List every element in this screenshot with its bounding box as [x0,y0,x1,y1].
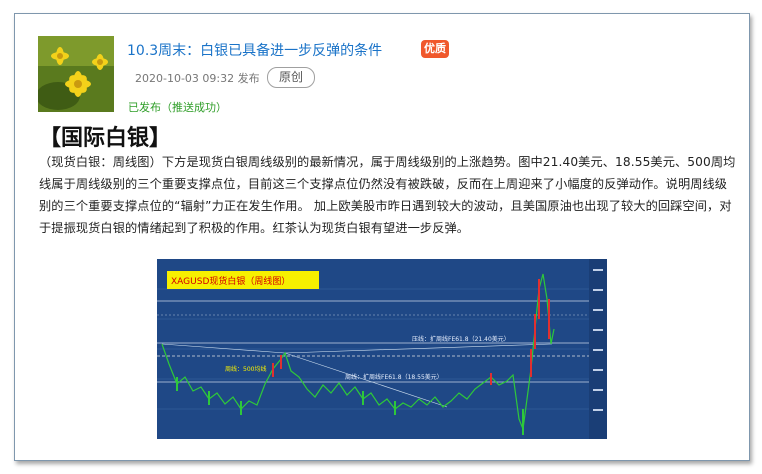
article-title-link[interactable]: 10.3周末：白银已具备进一步反弹的条件 [127,40,382,60]
article-body-text: （现货白银：周线图）下方是现货白银周线级别的最新情况，属于周线级别的上涨趋势。图… [39,155,736,235]
chart-label-lower: 周线：扩周线FE61.8（18.55美元） [345,373,443,381]
quality-badge: 优质 [421,40,449,58]
publish-status: 已发布（推送成功） [128,101,227,114]
silver-weekly-chart-image: XAGUSD现货白银（周线图） 压线：扩周线FE61.8（21.40美元） 周线… [157,259,607,439]
chart-label-upper: 压线：扩周线FE61.8（21.40美元） [412,335,510,343]
original-tag: 原创 [267,67,315,88]
publish-datetime: 2020-10-03 09:32 发布 [135,72,260,85]
chart-banner: XAGUSD现货白银（周线图） [171,275,290,287]
chart-label-middle: 周线：500均线 [225,365,266,373]
section-heading: 【国际白银】 [39,126,172,151]
article-thumbnail[interactable] [38,36,114,112]
article-card: 10.3周末：白银已具备进一步反弹的条件 优质 2020-10-03 09:32… [14,13,750,461]
